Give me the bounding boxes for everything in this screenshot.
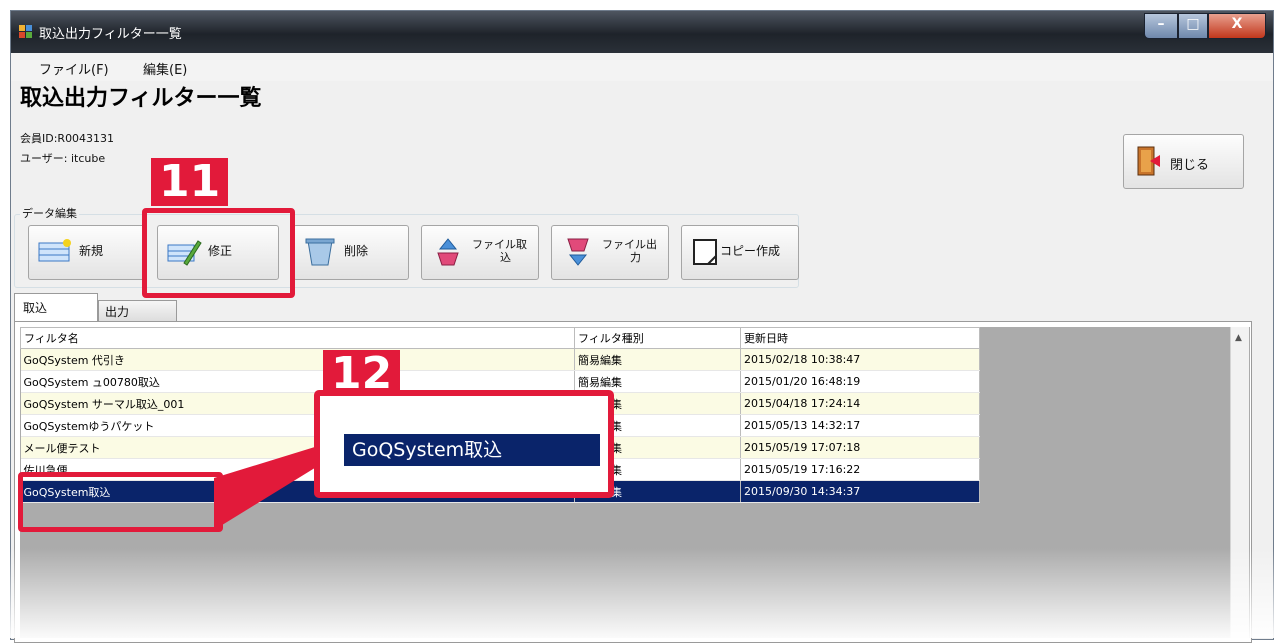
zoom-callout: GoQSystem取込 [314,390,614,498]
callout-connector [214,446,318,530]
zoom-callout-text: GoQSystem取込 [344,434,600,466]
step-12-highlight [18,472,223,532]
bottom-fade [0,548,1283,638]
